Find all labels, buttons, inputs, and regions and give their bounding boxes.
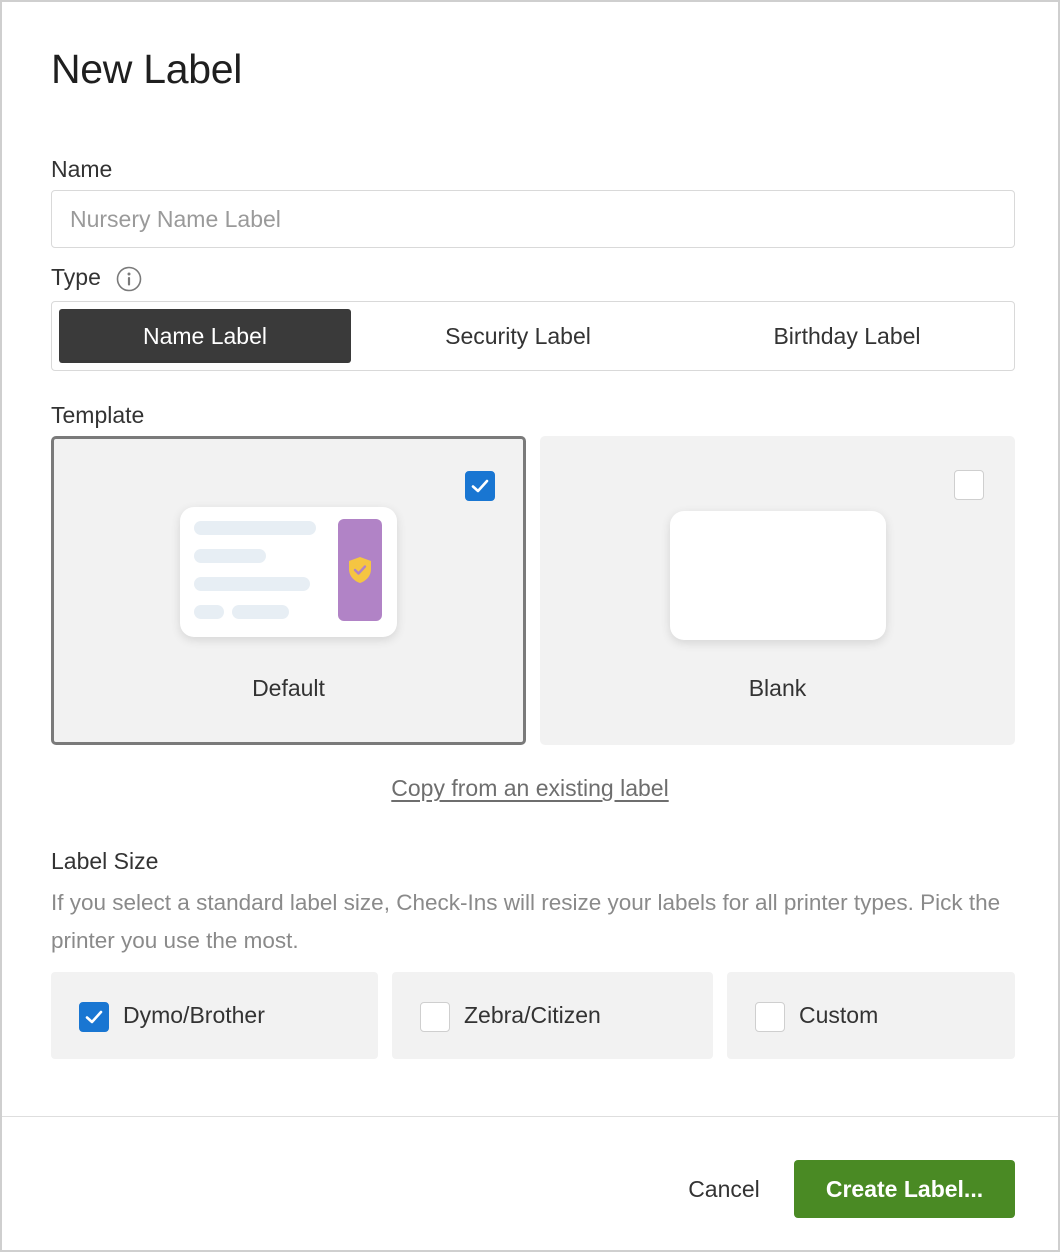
copy-from-existing-link[interactable]: Copy from an existing label [2, 775, 1058, 802]
type-option-name-label[interactable]: Name Label [59, 309, 351, 363]
preview-line [194, 577, 310, 591]
name-input[interactable] [51, 190, 1015, 248]
preview-line [232, 605, 289, 619]
size-zebra-checkbox[interactable] [420, 1002, 450, 1032]
cancel-button[interactable]: Cancel [672, 1160, 776, 1218]
size-option-label: Dymo/Brother [123, 1002, 265, 1028]
size-custom-checkbox[interactable] [755, 1002, 785, 1032]
label-size-help-text: If you select a standard label size, Che… [51, 890, 1001, 953]
template-option-default[interactable]: Default [51, 436, 526, 745]
preview-line [194, 549, 266, 563]
template-field-label: Template [51, 402, 145, 428]
preview-line [194, 605, 224, 619]
shield-check-icon [349, 557, 371, 583]
template-default-caption: Default [252, 675, 325, 701]
size-option-zebra-citizen[interactable]: Zebra/Citizen [392, 972, 713, 1059]
size-option-label: Custom [799, 1002, 879, 1028]
footer-divider [2, 1116, 1058, 1117]
name-field-label: Name [51, 156, 113, 182]
size-option-custom[interactable]: Custom [727, 972, 1015, 1059]
dialog-title: New Label [51, 46, 243, 92]
preview-line [194, 521, 316, 535]
checkmark-icon [85, 1010, 103, 1024]
create-label-button[interactable]: Create Label... [794, 1160, 1015, 1218]
template-blank-checkbox[interactable] [954, 470, 984, 500]
template-option-blank[interactable]: Blank [540, 436, 1015, 745]
type-option-security-label[interactable]: Security Label [365, 309, 671, 363]
size-option-label: Zebra/Citizen [464, 1002, 601, 1028]
template-default-checkbox[interactable] [465, 471, 495, 501]
type-option-birthday-label[interactable]: Birthday Label [685, 309, 1009, 363]
default-template-preview [180, 507, 397, 637]
type-segmented-control: Name Label Security Label Birthday Label [51, 301, 1015, 371]
type-field-label: Type [51, 264, 101, 290]
blank-template-preview [670, 511, 886, 640]
checkmark-icon [471, 479, 489, 493]
size-dymo-checkbox[interactable] [79, 1002, 109, 1032]
template-blank-caption: Blank [748, 675, 807, 701]
size-option-dymo-brother[interactable]: Dymo/Brother [51, 972, 378, 1059]
security-strip [338, 519, 382, 621]
info-circle-icon[interactable] [116, 266, 142, 292]
new-label-dialog: New Label Name Type Name Label Security … [0, 0, 1060, 1252]
label-size-heading: Label Size [51, 848, 159, 874]
